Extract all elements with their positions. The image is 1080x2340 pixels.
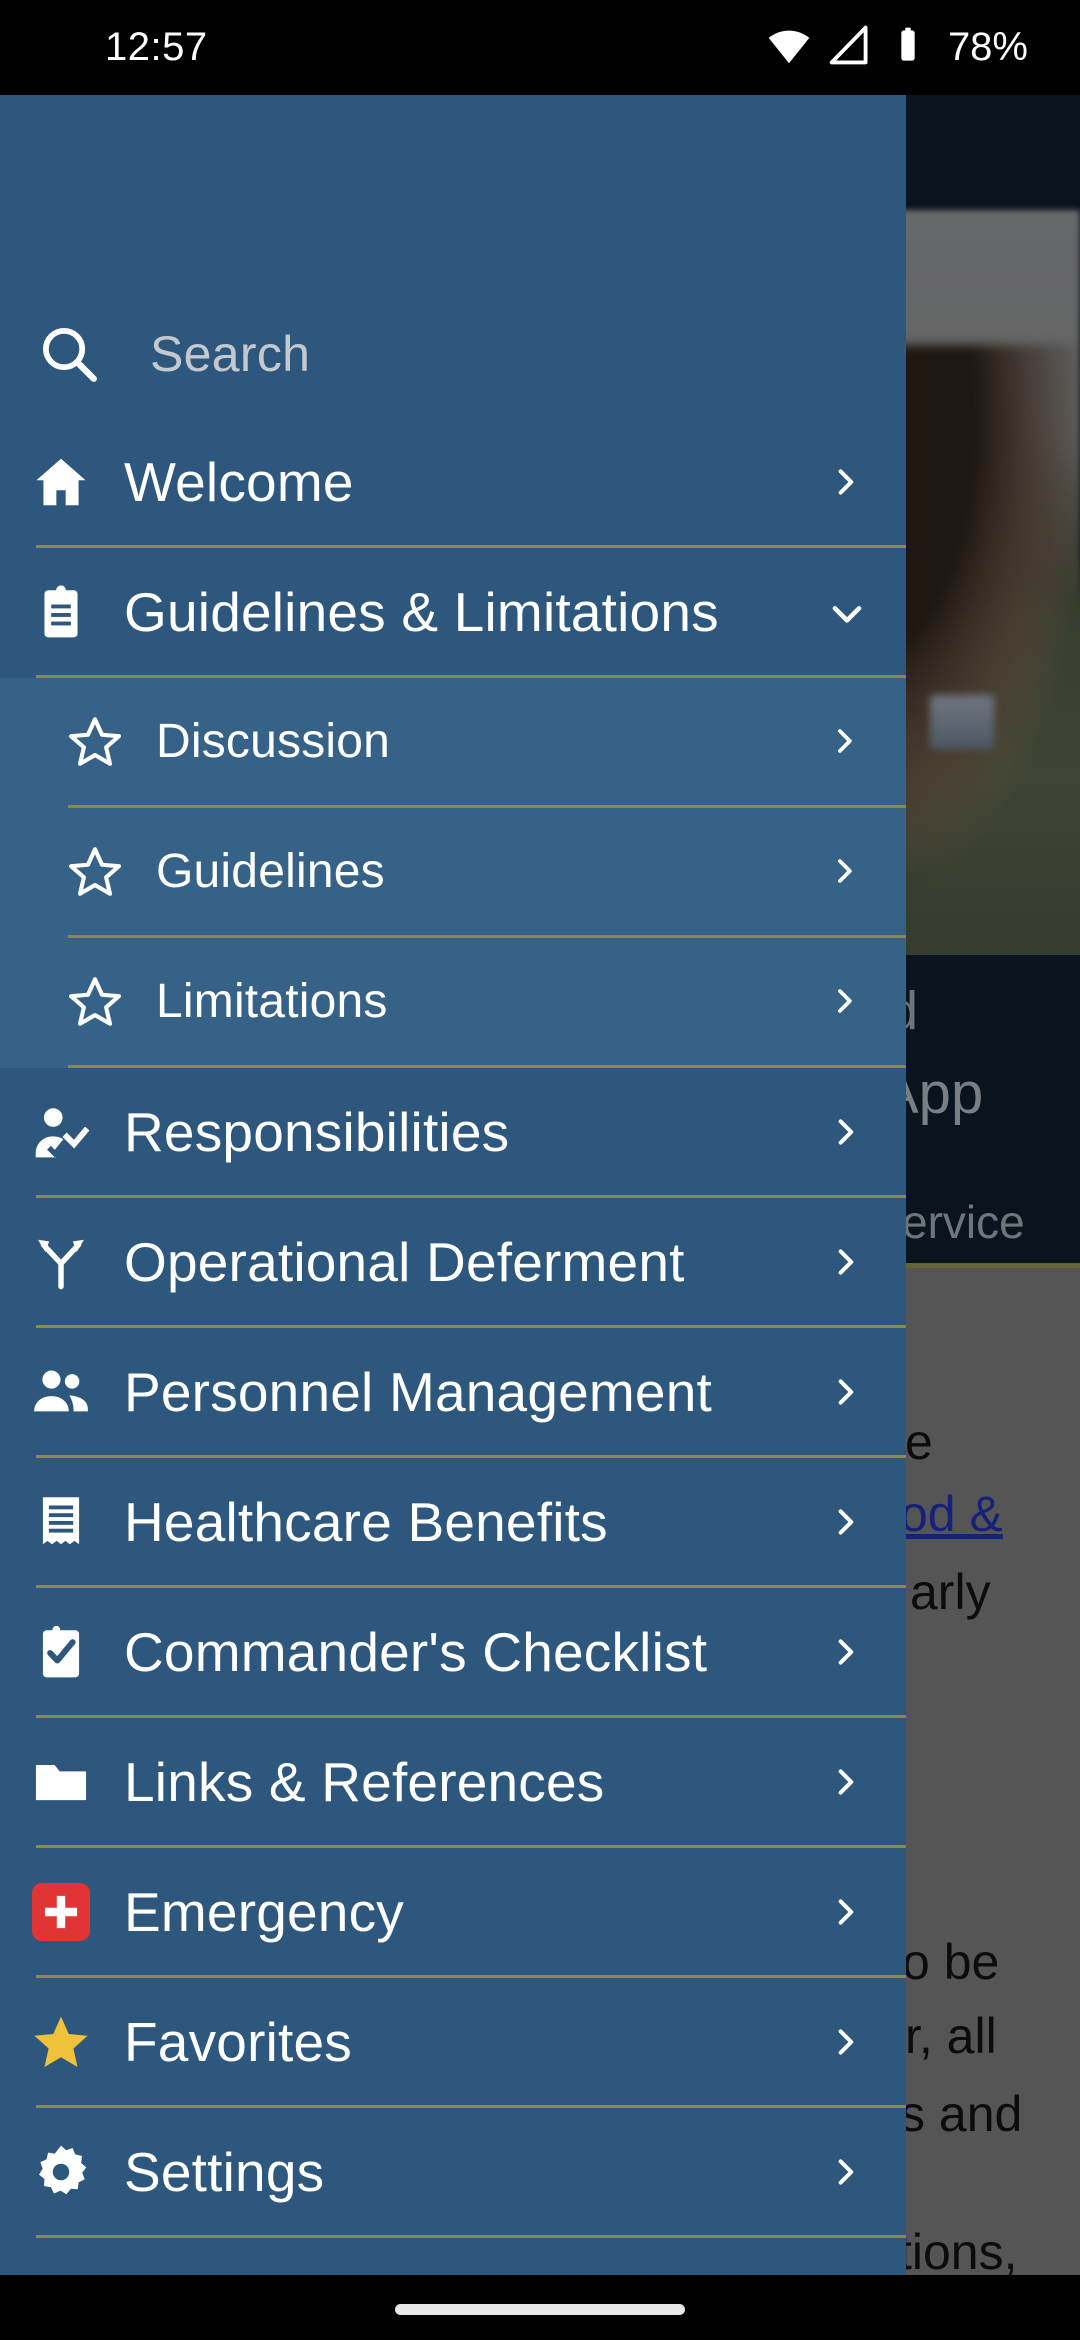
sidebar-item-label: Guidelines & Limitations bbox=[124, 580, 719, 643]
sidebar-item-favorites[interactable]: Favorites bbox=[0, 1978, 906, 2105]
sidebar-item-label: Welcome bbox=[124, 450, 354, 513]
chevron-right-icon bbox=[830, 1637, 860, 1667]
medical-cross-icon bbox=[30, 1881, 92, 1943]
sidebar-item-label: Healthcare Benefits bbox=[124, 1490, 608, 1553]
chevron-right-icon bbox=[830, 1897, 860, 1927]
sidebar-item-label: Operational Deferment bbox=[124, 1230, 685, 1293]
person-check-icon bbox=[30, 1101, 92, 1163]
receipt-icon bbox=[30, 1491, 92, 1553]
sidebar-item-label: Links & References bbox=[124, 1750, 605, 1813]
people-icon bbox=[30, 1361, 92, 1423]
star-filled-icon bbox=[30, 2011, 92, 2073]
navigation-drawer: Search Welcome Guidelines & Limitations … bbox=[0, 95, 906, 2275]
sidebar-item-responsibilities[interactable]: Responsibilities bbox=[0, 1068, 906, 1195]
home-icon bbox=[30, 451, 92, 513]
wifi-icon bbox=[766, 22, 812, 73]
sidebar-subitem-guidelines[interactable]: Guidelines bbox=[0, 808, 906, 935]
chevron-right-icon bbox=[830, 467, 860, 497]
sidebar-item-emergency[interactable]: Emergency bbox=[0, 1848, 906, 1975]
sidebar-subitem-limitations[interactable]: Limitations bbox=[0, 938, 906, 1065]
sidebar-item-commanders-checklist[interactable]: Commander's Checklist bbox=[0, 1588, 906, 1715]
chevron-right-icon bbox=[830, 857, 860, 887]
chevron-right-icon bbox=[830, 1767, 860, 1797]
status-bar-indicators: 78% bbox=[766, 22, 1028, 73]
sidebar-item-label: Favorites bbox=[124, 2010, 352, 2073]
battery-percent-label: 78% bbox=[947, 25, 1028, 69]
status-bar: 12:57 78% bbox=[0, 0, 1080, 95]
gear-icon bbox=[30, 2141, 92, 2203]
drawer-header-space bbox=[0, 95, 906, 290]
chevron-right-icon bbox=[830, 2157, 860, 2187]
sidebar-item-personnel-management[interactable]: Personnel Management bbox=[0, 1328, 906, 1455]
search-icon[interactable] bbox=[36, 321, 102, 387]
sidebar-subitem-label: Discussion bbox=[156, 715, 391, 768]
cellular-signal-icon bbox=[828, 23, 872, 72]
chevron-right-icon bbox=[830, 2027, 860, 2057]
sidebar-item-label: Personnel Management bbox=[124, 1360, 712, 1423]
sidebar-item-label: Commander's Checklist bbox=[124, 1620, 708, 1683]
sidebar-item-healthcare-benefits[interactable]: Healthcare Benefits bbox=[0, 1458, 906, 1585]
battery-icon bbox=[888, 25, 928, 70]
sidebar-item-label: Emergency bbox=[124, 1880, 404, 1943]
folder-icon bbox=[30, 1751, 92, 1813]
clipboard-icon bbox=[30, 581, 92, 643]
system-navigation-bar bbox=[0, 2275, 1080, 2340]
star-outline-icon bbox=[66, 713, 124, 771]
status-bar-clock: 12:57 bbox=[105, 25, 208, 69]
sidebar-item-operational-deferment[interactable]: Operational Deferment bbox=[0, 1198, 906, 1325]
chevron-right-icon bbox=[830, 1507, 860, 1537]
chevron-right-icon bbox=[830, 987, 860, 1017]
sidebar-item-label: Settings bbox=[124, 2140, 325, 2203]
branch-arrows-icon bbox=[30, 1231, 92, 1293]
clipboard-check-icon bbox=[30, 1621, 92, 1683]
chevron-right-icon bbox=[830, 1247, 860, 1277]
search-bar[interactable]: Search bbox=[0, 290, 906, 418]
phone-screen: d App ervice e od & arly o be r, all s a… bbox=[0, 0, 1080, 2340]
sidebar-item-links-and-references[interactable]: Links & References bbox=[0, 1718, 906, 1845]
sidebar-subitem-discussion[interactable]: Discussion bbox=[0, 678, 906, 805]
drawer-menu: Welcome Guidelines & Limitations Discuss… bbox=[0, 418, 906, 2238]
sidebar-subitem-label: Limitations bbox=[156, 975, 388, 1028]
sidebar-subitem-label: Guidelines bbox=[156, 845, 385, 898]
chevron-right-icon bbox=[830, 1117, 860, 1147]
sidebar-item-guidelines-and-limitations[interactable]: Guidelines & Limitations bbox=[0, 548, 906, 675]
star-outline-icon bbox=[66, 973, 124, 1031]
sidebar-item-settings[interactable]: Settings bbox=[0, 2108, 906, 2235]
home-indicator[interactable] bbox=[395, 2304, 685, 2315]
search-input-placeholder[interactable]: Search bbox=[150, 325, 310, 383]
chevron-right-icon bbox=[830, 727, 860, 757]
chevron-right-icon bbox=[830, 1377, 860, 1407]
divider bbox=[36, 2235, 906, 2238]
star-outline-icon bbox=[66, 843, 124, 901]
submenu-guidelines-and-limitations: Discussion Guidelines Limitations bbox=[0, 678, 906, 1068]
chevron-down-icon bbox=[830, 597, 862, 627]
sidebar-item-welcome[interactable]: Welcome bbox=[0, 418, 906, 545]
sidebar-item-label: Responsibilities bbox=[124, 1100, 510, 1163]
